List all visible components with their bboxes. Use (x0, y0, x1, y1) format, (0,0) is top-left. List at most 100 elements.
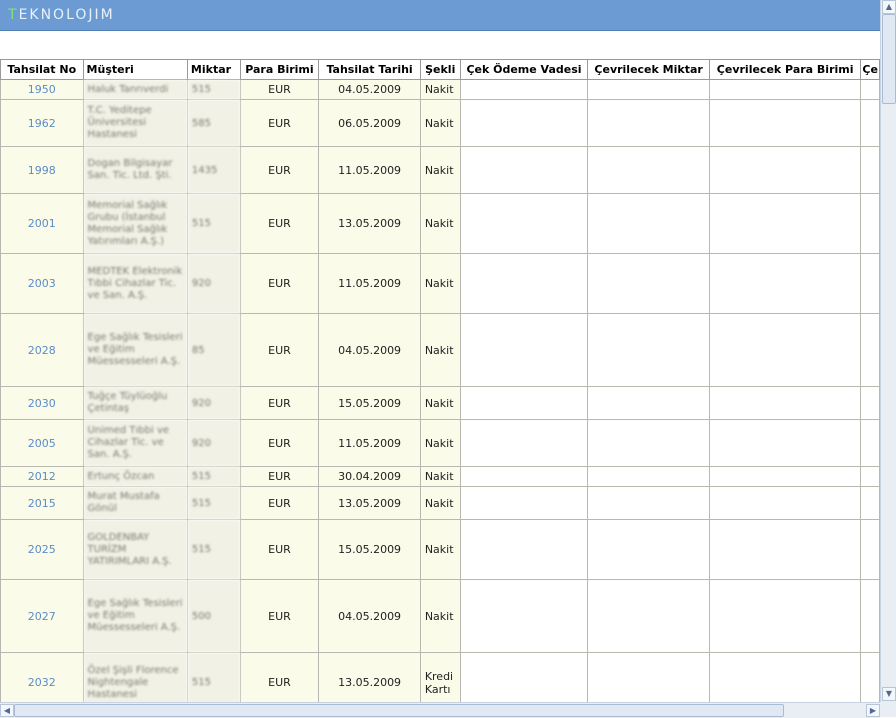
payment-type-cell: Kredi Kartı (419, 652, 461, 703)
payment-type-cell: Nakit (419, 193, 461, 254)
table-row[interactable]: 2032 Özel Şişli Florence Nightengale Hast… (0, 652, 880, 703)
empty-cell (459, 652, 589, 703)
table-row[interactable]: 2030 Tuğçe Tüylüoğlu Çetintaş 920 EUR 15.05.… (0, 386, 880, 420)
customer-cell: Dogan Bilgisayar San. Tic. Ltd. Şti. (82, 146, 188, 194)
empty-cell (459, 313, 589, 387)
date-cell: 30.04.2009 (318, 466, 421, 487)
currency-cell: EUR (239, 386, 320, 420)
column-header-truncated[interactable]: Çe (860, 59, 880, 80)
empty-cell (860, 313, 880, 387)
table-row[interactable]: 1950 Haluk Tanrıverdi 515 EUR 04.05.2009 Naki… (0, 79, 880, 100)
tahsilat-no-link[interactable]: 2027 (0, 579, 84, 653)
currency-cell: EUR (239, 99, 320, 147)
column-header-miktar[interactable]: Miktar (186, 59, 241, 80)
currency-cell: EUR (239, 486, 320, 520)
tahsilat-no-link[interactable]: 2012 (0, 466, 84, 487)
payment-type-cell: Nakit (419, 313, 461, 387)
empty-cell (860, 146, 880, 194)
customer-cell: Özel Şişli Florence Nightengale Hastanes… (82, 652, 188, 703)
table-row[interactable]: 2025 GOLDENBAY TURİZM YATIRIMLARI A.Ş. 515… (0, 519, 880, 580)
column-header-cek-odeme-vadesi[interactable]: Çek Ödeme Vadesi (459, 59, 589, 80)
scroll-left-arrow-icon[interactable]: ◀ (0, 704, 14, 717)
column-header-sekli[interactable]: Şekli (419, 59, 461, 80)
vertical-scroll-thumb[interactable] (882, 14, 896, 104)
empty-cell (459, 386, 589, 420)
table-row[interactable]: 2028 Ege Sağlık Tesisleri ve Eğitim Müess… (0, 313, 880, 387)
amount-cell: 500 (186, 579, 241, 653)
currency-cell: EUR (239, 652, 320, 703)
tahsilat-no-link[interactable]: 2025 (0, 519, 84, 580)
column-header-tahsilat-tarihi[interactable]: Tahsilat Tarihi (318, 59, 421, 80)
amount-cell: 585 (186, 99, 241, 147)
empty-cell (708, 146, 862, 194)
tahsilat-no-link[interactable]: 2030 (0, 386, 84, 420)
amount-cell: 515 (186, 652, 241, 703)
tahsilat-no-link[interactable]: 1950 (0, 79, 84, 100)
collections-grid-container: Tahsilat No Müşteri Miktar Para Birimi T… (0, 59, 880, 703)
amount-cell: 85 (186, 313, 241, 387)
tahsilat-no-link[interactable]: 2005 (0, 419, 84, 467)
tahsilat-no-link[interactable]: 2032 (0, 652, 84, 703)
column-header-cevrilecek-miktar[interactable]: Çevrilecek Miktar (587, 59, 710, 80)
customer-cell: Haluk Tanrıverdi (82, 79, 188, 100)
scroll-up-arrow-icon[interactable]: ▲ (882, 0, 896, 14)
table-row[interactable]: 2015 Murat Mustafa Gönül 515 EUR 13.05.2009 N… (0, 486, 880, 520)
customer-cell: Tuğçe Tüylüoğlu Çetintaş (82, 386, 188, 420)
customer-cell: Ege Sağlık Tesisleri ve Eğitim Müessesse… (82, 579, 188, 653)
customer-cell: Murat Mustafa Gönül (82, 486, 188, 520)
date-cell: 11.05.2009 (318, 253, 421, 314)
amount-cell: 1435 (186, 146, 241, 194)
column-header-musteri[interactable]: Müşteri (82, 59, 188, 80)
scroll-down-arrow-icon[interactable]: ▼ (882, 687, 896, 701)
date-cell: 04.05.2009 (318, 79, 421, 100)
tahsilat-no-link[interactable]: 2015 (0, 486, 84, 520)
empty-cell (860, 419, 880, 467)
empty-cell (459, 79, 589, 100)
table-row[interactable]: 2012 Ertunç Özcan 515 EUR 30.04.2009 Nakit (0, 466, 880, 487)
date-cell: 15.05.2009 (318, 386, 421, 420)
payment-type-cell: Nakit (419, 253, 461, 314)
empty-cell (708, 486, 862, 520)
vertical-scrollbar[interactable]: ▲ ▼ (880, 0, 896, 702)
currency-cell: EUR (239, 519, 320, 580)
empty-cell (587, 419, 710, 467)
brand-logo[interactable]: TEKNOLOJIM (8, 7, 115, 23)
tahsilat-no-link[interactable]: 2003 (0, 253, 84, 314)
empty-cell (587, 99, 710, 147)
tahsilat-no-link[interactable]: 2028 (0, 313, 84, 387)
tahsilat-no-link[interactable]: 2001 (0, 193, 84, 254)
date-cell: 11.05.2009 (318, 146, 421, 194)
empty-cell (708, 466, 862, 487)
empty-cell (587, 652, 710, 703)
empty-cell (860, 652, 880, 703)
column-header-tahsilat-no[interactable]: Tahsilat No (0, 59, 84, 80)
empty-cell (708, 419, 862, 467)
table-row[interactable]: 1998 Dogan Bilgisayar San. Tic. Ltd. Şti.… (0, 146, 880, 194)
payment-type-cell: Nakit (419, 99, 461, 147)
tahsilat-no-link[interactable]: 1998 (0, 146, 84, 194)
table-row[interactable]: 2027 Ege Sağlık Tesisleri ve Eğitim Müess… (0, 579, 880, 653)
currency-cell: EUR (239, 419, 320, 467)
table-header-row: Tahsilat No Müşteri Miktar Para Birimi T… (0, 59, 880, 80)
date-cell: 15.05.2009 (318, 519, 421, 580)
column-header-para-birimi[interactable]: Para Birimi (239, 59, 320, 80)
brand-logo-initial: T (8, 7, 19, 23)
currency-cell: EUR (239, 146, 320, 194)
empty-cell (708, 313, 862, 387)
horizontal-scrollbar[interactable]: ◀ ▶ (0, 702, 880, 718)
tahsilat-no-link[interactable]: 1962 (0, 99, 84, 147)
empty-cell (708, 386, 862, 420)
table-row[interactable]: 1962 T.C. Yeditepe Üniversitesi Hastanesi… (0, 99, 880, 147)
scroll-right-arrow-icon[interactable]: ▶ (866, 704, 880, 717)
table-row[interactable]: 2005 Unimed Tıbbi ve Cihazlar Tic. ve San… (0, 419, 880, 467)
amount-cell: 515 (186, 486, 241, 520)
empty-cell (708, 519, 862, 580)
table-row[interactable]: 2003 MEDTEK Elektronik Tıbbi Cihazlar Tic… (0, 253, 880, 314)
customer-cell: Memorial Sağlık Grubu (İstanbul Memorial… (82, 193, 188, 254)
horizontal-scroll-thumb[interactable] (14, 704, 784, 717)
date-cell: 04.05.2009 (318, 313, 421, 387)
table-row[interactable]: 2001 Memorial Sağlık Grubu (İstanbul Memo… (0, 193, 880, 254)
payment-type-cell: Nakit (419, 519, 461, 580)
column-header-cevrilecek-para-birimi[interactable]: Çevrilecek Para Birimi (708, 59, 862, 80)
payment-type-cell: Nakit (419, 146, 461, 194)
